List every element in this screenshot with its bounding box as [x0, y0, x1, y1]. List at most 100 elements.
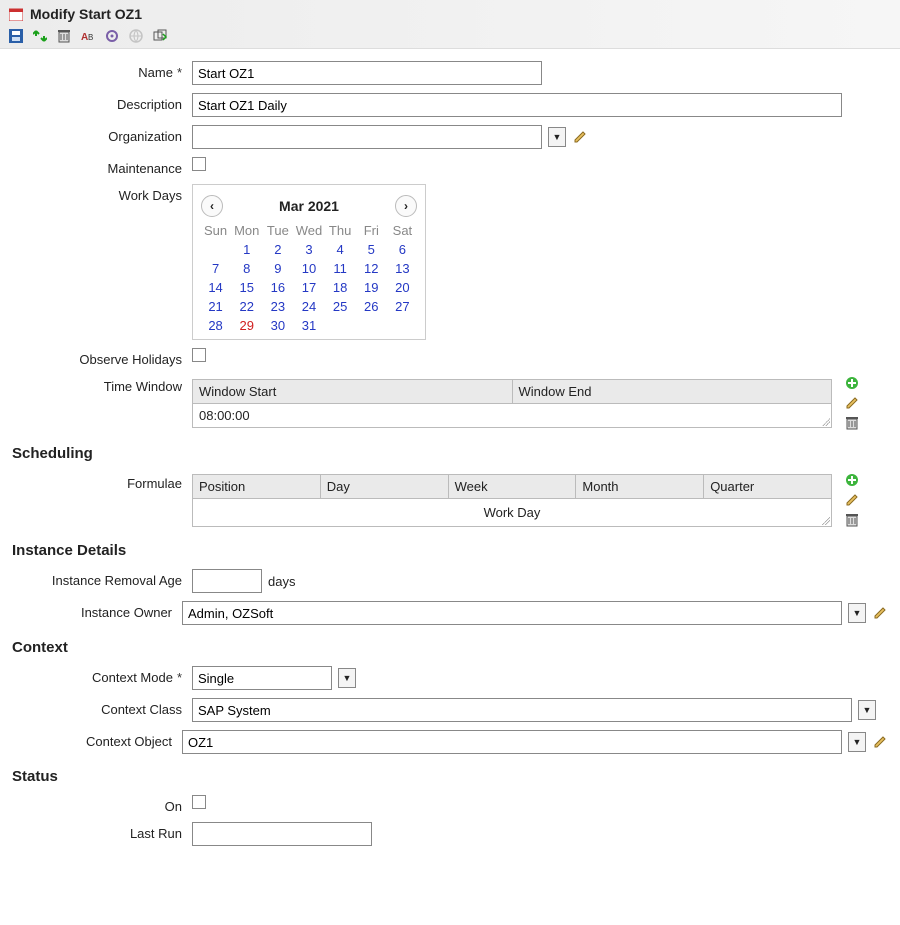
calendar-day[interactable]: 13	[388, 261, 417, 276]
context-class-input[interactable]	[192, 698, 852, 722]
calendar-day[interactable]: 27	[388, 299, 417, 314]
organization-dropdown-button[interactable]: ▼	[548, 127, 566, 147]
calendar-dow: Thu	[326, 223, 355, 238]
calendar-day[interactable]: 20	[388, 280, 417, 295]
maintenance-checkbox[interactable]	[192, 157, 206, 171]
refresh-icon[interactable]	[32, 28, 48, 44]
context-mode-dropdown-button[interactable]: ▼	[338, 668, 356, 688]
calendar-day[interactable]: 18	[326, 280, 355, 295]
time-window-header-end: Window End	[513, 380, 832, 404]
calendar-day[interactable]: 26	[357, 299, 386, 314]
calendar-day[interactable]: 7	[201, 261, 230, 276]
calendar-day[interactable]: 30	[263, 318, 292, 333]
organization-label: Organization	[108, 129, 182, 144]
section-instance-details: Instance Details	[12, 542, 888, 559]
calendar-day[interactable]: 10	[294, 261, 323, 276]
add-icon[interactable]	[844, 375, 860, 391]
calendar-day[interactable]: 19	[357, 280, 386, 295]
instance-owner-input[interactable]	[182, 601, 842, 625]
formulae-header-position: Position	[193, 475, 321, 499]
pencil-icon[interactable]	[872, 605, 888, 621]
instance-removal-age-label: Instance Removal Age	[52, 573, 182, 588]
calendar-dow: Mon	[232, 223, 261, 238]
calendar-empty	[357, 318, 386, 333]
formulae-header-day: Day	[321, 475, 449, 499]
pencil-icon[interactable]	[844, 395, 860, 411]
formulae-header-month: Month	[576, 475, 704, 499]
calendar-day[interactable]: 5	[357, 242, 386, 257]
last-run-input[interactable]	[192, 822, 372, 846]
instance-owner-label: Instance Owner	[81, 605, 172, 620]
run-icon[interactable]	[152, 28, 168, 44]
calendar-day[interactable]: 12	[357, 261, 386, 276]
time-window-cell-end[interactable]	[512, 404, 831, 427]
calendar-day[interactable]: 17	[294, 280, 323, 295]
calendar-day[interactable]: 16	[263, 280, 292, 295]
delete-icon[interactable]	[56, 28, 72, 44]
observe-holidays-checkbox[interactable]	[192, 348, 206, 362]
work-days-calendar: ‹ Mar 2021 › SunMonTueWedThuFriSat123456…	[192, 184, 426, 340]
globe-disabled-icon	[128, 28, 144, 44]
rename-icon[interactable]: AB	[80, 28, 96, 44]
formulae-header-week: Week	[449, 475, 577, 499]
formulae-table[interactable]: Position Day Week Month Quarter Work Day	[192, 474, 832, 527]
svg-text:B: B	[88, 33, 93, 42]
delete-icon[interactable]	[844, 512, 860, 528]
calendar-day[interactable]: 23	[263, 299, 292, 314]
calendar-day[interactable]: 31	[294, 318, 323, 333]
formulae-label: Formulae	[127, 476, 182, 491]
calendar-day[interactable]: 15	[232, 280, 261, 295]
calendar-day[interactable]: 29	[232, 318, 261, 333]
calendar-day[interactable]: 2	[263, 242, 292, 257]
time-window-cell-start[interactable]: 08:00:00	[193, 404, 512, 427]
last-run-label: Last Run	[130, 826, 182, 841]
work-days-label: Work Days	[119, 188, 182, 203]
on-label: On	[165, 799, 182, 814]
calendar-day[interactable]: 4	[326, 242, 355, 257]
calendar-day[interactable]: 3	[294, 242, 323, 257]
calendar-day[interactable]: 24	[294, 299, 323, 314]
calendar-day[interactable]: 25	[326, 299, 355, 314]
context-class-dropdown-button[interactable]: ▼	[858, 700, 876, 720]
calendar-day[interactable]: 9	[263, 261, 292, 276]
calendar-next-button[interactable]: ›	[395, 195, 417, 217]
organization-input[interactable]	[192, 125, 542, 149]
pencil-icon[interactable]	[872, 734, 888, 750]
name-label: Name	[138, 65, 173, 80]
delete-icon[interactable]	[844, 415, 860, 431]
instance-owner-dropdown-button[interactable]: ▼	[848, 603, 866, 623]
formulae-header-quarter: Quarter	[704, 475, 831, 499]
calendar-day[interactable]: 1	[232, 242, 261, 257]
calendar-day[interactable]: 28	[201, 318, 230, 333]
save-icon[interactable]	[8, 28, 24, 44]
context-object-label: Context Object	[86, 734, 172, 749]
time-window-table[interactable]: Window Start Window End 08:00:00	[192, 379, 832, 428]
on-checkbox[interactable]	[192, 795, 206, 809]
context-object-input[interactable]	[182, 730, 842, 754]
add-icon[interactable]	[844, 472, 860, 488]
calendar-empty	[388, 318, 417, 333]
calendar-day[interactable]: 8	[232, 261, 261, 276]
name-input[interactable]	[192, 61, 542, 85]
calendar-prev-button[interactable]: ‹	[201, 195, 223, 217]
calendar-day[interactable]: 11	[326, 261, 355, 276]
description-label: Description	[117, 97, 182, 112]
context-mode-input[interactable]	[192, 666, 332, 690]
pencil-icon[interactable]	[572, 129, 588, 145]
time-window-label: Time Window	[104, 379, 182, 394]
resize-grip-icon[interactable]	[820, 515, 830, 525]
context-mode-label: Context Mode	[92, 670, 173, 685]
calendar-day[interactable]: 22	[232, 299, 261, 314]
calendar-day[interactable]: 6	[388, 242, 417, 257]
description-input[interactable]	[192, 93, 842, 117]
observe-holidays-label: Observe Holidays	[79, 352, 182, 367]
context-object-dropdown-button[interactable]: ▼	[848, 732, 866, 752]
time-window-header-start: Window Start	[193, 380, 513, 404]
instance-removal-age-input[interactable]	[192, 569, 262, 593]
settings-gear-icon[interactable]	[104, 28, 120, 44]
formulae-summary: Work Day	[484, 505, 541, 520]
resize-grip-icon[interactable]	[820, 416, 830, 426]
calendar-day[interactable]: 14	[201, 280, 230, 295]
pencil-icon[interactable]	[844, 492, 860, 508]
calendar-day[interactable]: 21	[201, 299, 230, 314]
